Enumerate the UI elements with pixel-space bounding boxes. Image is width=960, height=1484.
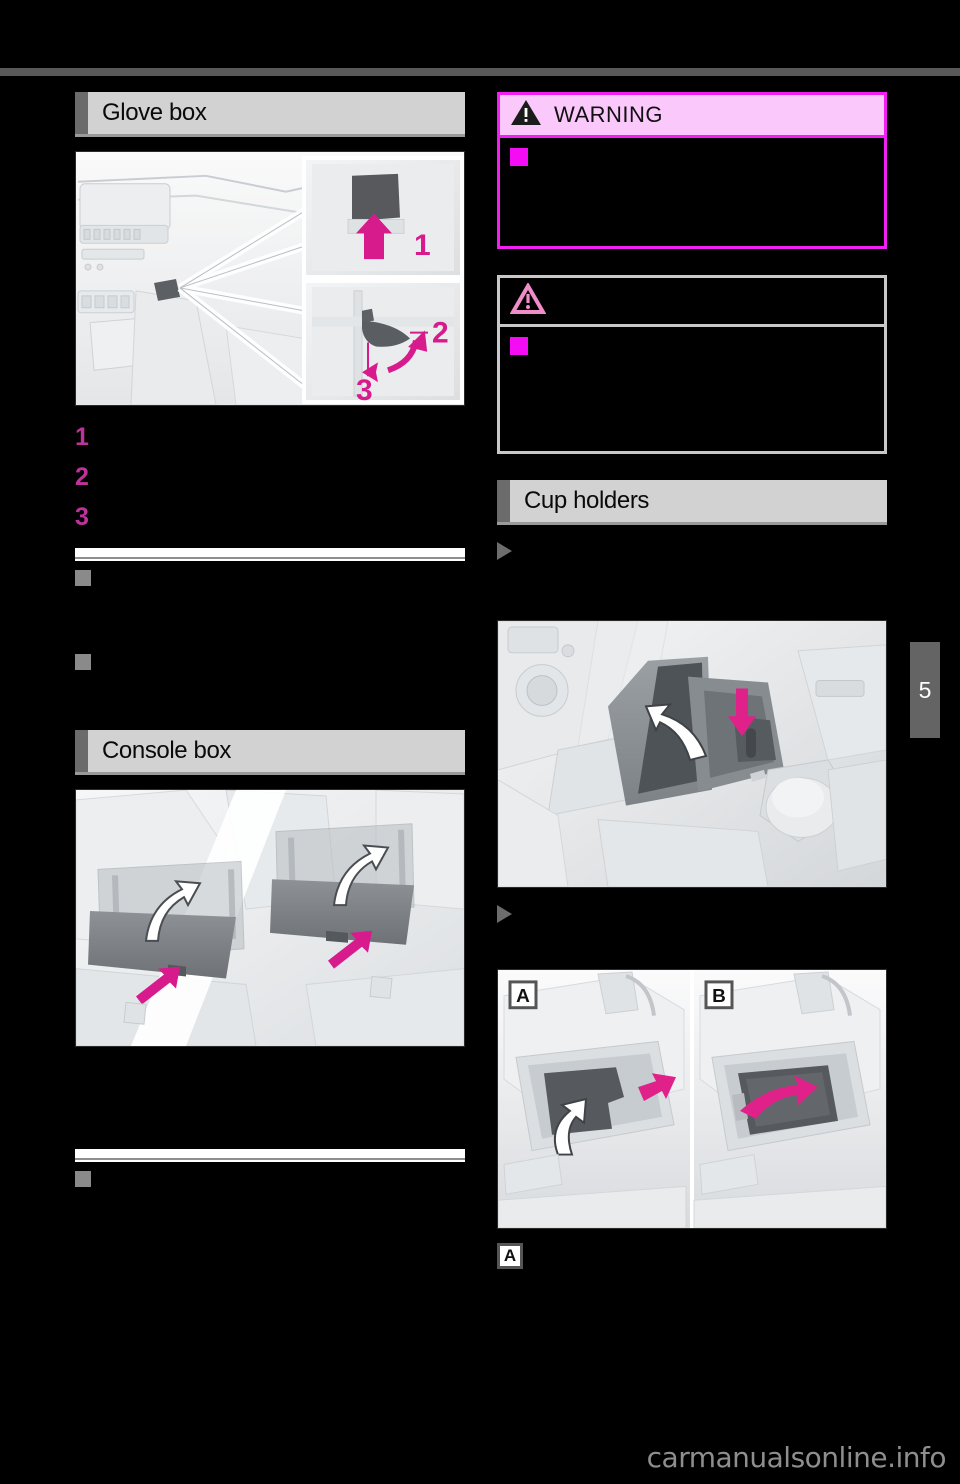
section-tick-marker [75, 92, 88, 134]
left-column: Glove box 1 2 3 1 2 3 Glove box light Co… [75, 92, 465, 1248]
section-header-cup-holders: Cup holders [497, 480, 887, 525]
section-title-console-box: Console box [102, 737, 232, 764]
svg-text:2: 2 [432, 317, 449, 350]
console-box-illustration [75, 789, 465, 1047]
body-paragraph [75, 587, 465, 651]
cup-holders-label-a-row: A [497, 1243, 887, 1269]
subhead-glove-box-secondary [75, 651, 465, 670]
body-paragraph [75, 1047, 465, 1149]
step-number-1: 1 [75, 422, 89, 451]
body-paragraph [75, 670, 465, 716]
triangle-bullet-icon [497, 905, 527, 923]
warning-triangle-icon [510, 99, 542, 132]
section-tick-marker [75, 730, 88, 772]
section-header-glove-box: Glove box [75, 92, 465, 137]
notice-bullet-icon [510, 337, 528, 355]
warning-header: WARNING [500, 95, 884, 138]
section-divider [75, 1149, 465, 1162]
body-paragraph [497, 560, 887, 620]
warning-body [500, 138, 884, 246]
right-column: WARNING Cup holders A B A [497, 92, 887, 1329]
svg-text:3: 3 [356, 374, 373, 405]
svg-text:A: A [516, 986, 530, 1007]
subhead-label: Glove box light [99, 567, 222, 586]
triangle-bullet-icon [497, 542, 527, 560]
square-bullet-icon [75, 1171, 91, 1187]
body-paragraph [497, 923, 887, 969]
svg-text:B: B [712, 986, 726, 1007]
step-number-3: 3 [75, 502, 89, 531]
warning-bullet-icon [510, 148, 528, 166]
cup-holders-bullet-2 [497, 902, 887, 923]
cup-holders-bullet-1 [497, 539, 887, 560]
cup-holder-front-illustration [497, 620, 887, 888]
warning-item [510, 148, 874, 166]
notice-item [510, 337, 874, 355]
section-title-glove-box: Glove box [102, 99, 207, 126]
square-bullet-icon [75, 570, 91, 586]
notice-box [497, 275, 887, 454]
subhead-console-box-light: Console box light [75, 1168, 465, 1188]
square-bullet-icon [75, 654, 91, 670]
warning-box: WARNING [497, 92, 887, 249]
subhead-glove-box-light: Glove box light [75, 567, 465, 587]
boxed-letter-a: A [497, 1243, 523, 1269]
body-paragraph [497, 1269, 887, 1329]
svg-text:1: 1 [414, 229, 431, 262]
warning-title: WARNING [554, 102, 664, 127]
notice-body [500, 327, 884, 451]
step-number-2: 2 [75, 462, 89, 491]
cup-holder-rear-ab-illustration: A B [497, 969, 887, 1229]
notice-triangle-icon [509, 281, 547, 320]
section-header-console-box: Console box [75, 730, 465, 775]
section-tick-marker [497, 480, 510, 522]
page-top-rule [0, 68, 960, 76]
notice-header [500, 278, 884, 327]
body-paragraph [75, 1188, 465, 1248]
section-divider [75, 548, 465, 561]
section-title-cup-holders: Cup holders [524, 487, 650, 514]
watermark: carmanualsonline.info [646, 1441, 947, 1474]
chapter-tab: 5 [910, 642, 940, 738]
manual-page: Glove box 1 2 3 1 2 3 Glove box light Co… [0, 0, 960, 1484]
glove-box-illustration: 1 2 3 [75, 151, 465, 406]
subhead-label: Console box light [99, 1168, 242, 1187]
